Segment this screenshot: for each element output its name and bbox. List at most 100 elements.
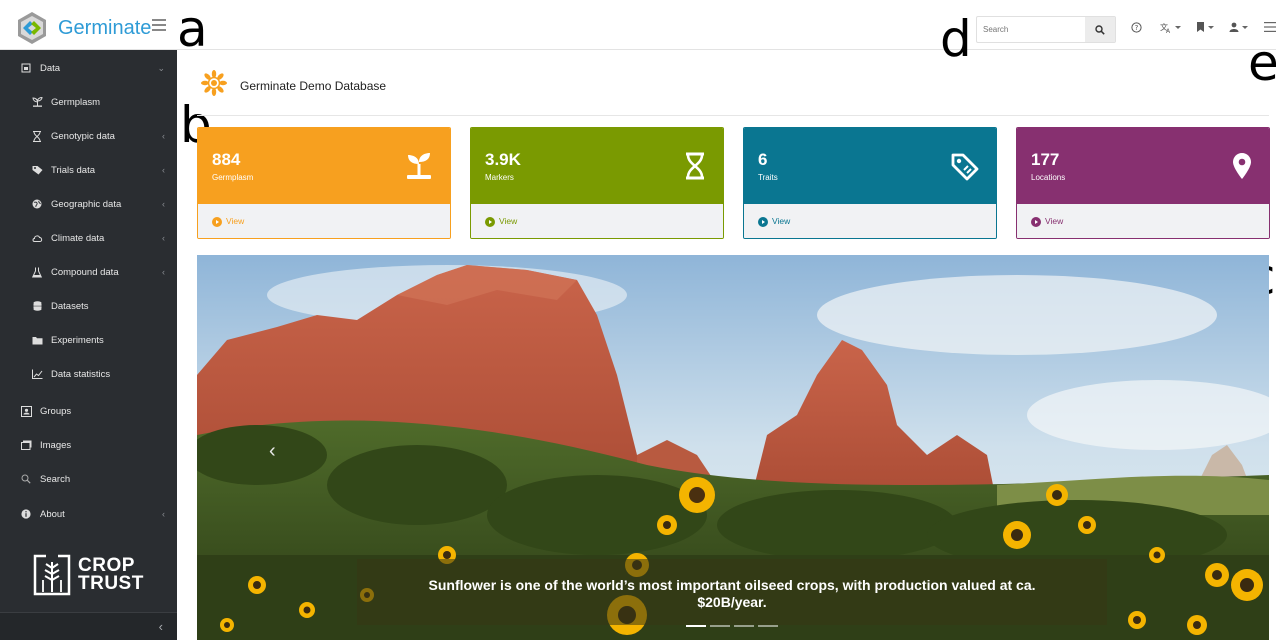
stat-label: Germplasm bbox=[212, 173, 254, 182]
view-markers-link[interactable]: View bbox=[471, 204, 723, 238]
sidebar-item-groups[interactable]: Groups bbox=[0, 396, 177, 426]
figure-label-a: a bbox=[177, 0, 208, 58]
sidebar-item-about[interactable]: About ‹ bbox=[0, 499, 177, 529]
sidebar-item-label: Compound data bbox=[51, 266, 119, 278]
figure-label-d: d bbox=[940, 10, 972, 68]
germinate-logo-icon bbox=[18, 12, 46, 44]
sidebar-item-images[interactable]: Images bbox=[0, 430, 177, 460]
tag-icon bbox=[951, 153, 979, 181]
sidebar-collapse-bar: ‹ bbox=[0, 612, 177, 640]
search-icon bbox=[1095, 24, 1105, 35]
stat-card-germplasm: 884 Germplasm View bbox=[197, 127, 451, 239]
chart-icon bbox=[31, 368, 43, 380]
view-label: View bbox=[772, 216, 791, 226]
search-button[interactable] bbox=[1085, 17, 1115, 42]
chevron-left-icon: ‹ bbox=[162, 165, 165, 175]
sidebar-item-label: Groups bbox=[40, 405, 72, 417]
menu-icon bbox=[1264, 22, 1276, 32]
tag-icon bbox=[31, 164, 43, 176]
sidebar-item-label: Data bbox=[40, 62, 61, 74]
sidebar-item-label: Datasets bbox=[51, 300, 89, 312]
sidebar-item-label: Climate data bbox=[51, 232, 105, 244]
sidebar-item-genotypic-data[interactable]: Genotypic data ‹ bbox=[0, 121, 177, 151]
search-input[interactable] bbox=[977, 17, 1087, 42]
settings-sidebar-toggle[interactable] bbox=[1264, 22, 1276, 32]
stat-value: 177 bbox=[1031, 150, 1060, 169]
sprout-icon bbox=[31, 96, 43, 108]
stat-value: 884 bbox=[212, 150, 241, 169]
sidebar-item-compound-data[interactable]: Compound data ‹ bbox=[0, 257, 177, 287]
view-label: View bbox=[499, 216, 518, 226]
language-menu[interactable]: 文A bbox=[1160, 22, 1181, 33]
info-icon bbox=[20, 508, 32, 520]
sidebar-item-label: About bbox=[40, 508, 65, 520]
sidebar-item-datasets[interactable]: Datasets bbox=[0, 291, 177, 321]
user-menu[interactable] bbox=[1229, 22, 1248, 32]
sidebar-item-trials-data[interactable]: Trials data ‹ bbox=[0, 155, 177, 185]
search-icon bbox=[20, 473, 32, 485]
sidebar-item-data-statistics[interactable]: Data statistics bbox=[0, 359, 177, 389]
sidebar-item-label: Search bbox=[40, 473, 71, 485]
stat-label: Markers bbox=[485, 173, 514, 182]
chevron-left-icon: ‹ bbox=[162, 509, 165, 519]
sidebar-item-germplasm[interactable]: Germplasm bbox=[0, 87, 177, 117]
carousel-indicator[interactable] bbox=[686, 625, 706, 627]
dna-icon bbox=[686, 152, 704, 180]
images-icon bbox=[20, 439, 32, 451]
sidebar: Data ⌄ Germplasm Genotypic data ‹ Trials… bbox=[0, 50, 177, 640]
map-pin-icon bbox=[1233, 153, 1251, 179]
sidebar-item-label: Experiments bbox=[51, 334, 104, 346]
user-icon bbox=[1229, 22, 1239, 32]
globe-icon bbox=[31, 198, 43, 210]
sidebar-toggle-icon[interactable] bbox=[152, 19, 166, 31]
chevron-left-icon: ‹ bbox=[162, 267, 165, 277]
chevron-down-icon: ⌄ bbox=[157, 62, 165, 73]
help-icon: ? bbox=[1131, 22, 1142, 33]
sidebar-item-search[interactable]: Search bbox=[0, 464, 177, 494]
image-carousel: ‹ Sunflower is one of the world’s most i… bbox=[197, 255, 1269, 640]
sidebar-item-experiments[interactable]: Experiments bbox=[0, 325, 177, 355]
svg-text:?: ? bbox=[1135, 24, 1139, 32]
bookmark-icon bbox=[1197, 22, 1204, 32]
chevron-left-icon: ‹ bbox=[162, 199, 165, 209]
view-germplasm-link[interactable]: View bbox=[198, 204, 450, 238]
sidebar-item-label: Genotypic data bbox=[51, 130, 115, 142]
sunflower-icon bbox=[201, 70, 227, 96]
carousel-indicator[interactable] bbox=[734, 625, 754, 627]
carousel-prev-button[interactable]: ‹ bbox=[269, 440, 276, 463]
sidebar-item-climate-data[interactable]: Climate data ‹ bbox=[0, 223, 177, 253]
collapse-sidebar-icon[interactable]: ‹ bbox=[159, 619, 163, 634]
brand[interactable]: Germinate bbox=[14, 10, 151, 46]
sidebar-item-label: Germplasm bbox=[51, 96, 101, 108]
arrow-circle-icon bbox=[212, 217, 222, 227]
cloud-icon bbox=[31, 232, 43, 244]
carousel-caption: Sunflower is one of the world’s most imp… bbox=[357, 559, 1107, 625]
arrow-circle-icon bbox=[758, 217, 768, 227]
arrow-circle-icon bbox=[485, 217, 495, 227]
sidebar-item-geographic-data[interactable]: Geographic data ‹ bbox=[0, 189, 177, 219]
search-form bbox=[976, 16, 1116, 43]
stat-card-traits: 6 Traits View bbox=[743, 127, 997, 239]
bookmark-menu[interactable] bbox=[1196, 22, 1214, 33]
stat-value: 3.9K bbox=[485, 150, 521, 169]
crop-trust-wordmark: CROP TRUST bbox=[78, 556, 144, 593]
crop-trust-logo[interactable]: CROP TRUST bbox=[32, 552, 144, 598]
stat-label: Traits bbox=[758, 173, 778, 182]
chevron-left-icon: ‹ bbox=[162, 233, 165, 243]
stat-label: Locations bbox=[1031, 173, 1066, 182]
view-traits-link[interactable]: View bbox=[744, 204, 996, 238]
database-icon bbox=[20, 62, 32, 74]
view-locations-link[interactable]: View bbox=[1017, 204, 1269, 238]
carousel-indicator[interactable] bbox=[758, 625, 778, 627]
page-title: Germinate Demo Database bbox=[240, 79, 387, 93]
carousel-indicators bbox=[686, 625, 782, 627]
flask-icon bbox=[31, 266, 43, 278]
stack-icon bbox=[31, 300, 43, 312]
sidebar-item-label: Images bbox=[40, 439, 72, 451]
sidebar-item-data[interactable]: Data ⌄ bbox=[0, 53, 177, 83]
carousel-indicator[interactable] bbox=[710, 625, 730, 627]
translate-icon: 文A bbox=[1160, 22, 1171, 33]
sidebar-item-label: Trials data bbox=[51, 164, 95, 176]
stat-card-markers: 3.9K Markers View bbox=[470, 127, 724, 239]
help-button[interactable]: ? bbox=[1131, 22, 1142, 33]
